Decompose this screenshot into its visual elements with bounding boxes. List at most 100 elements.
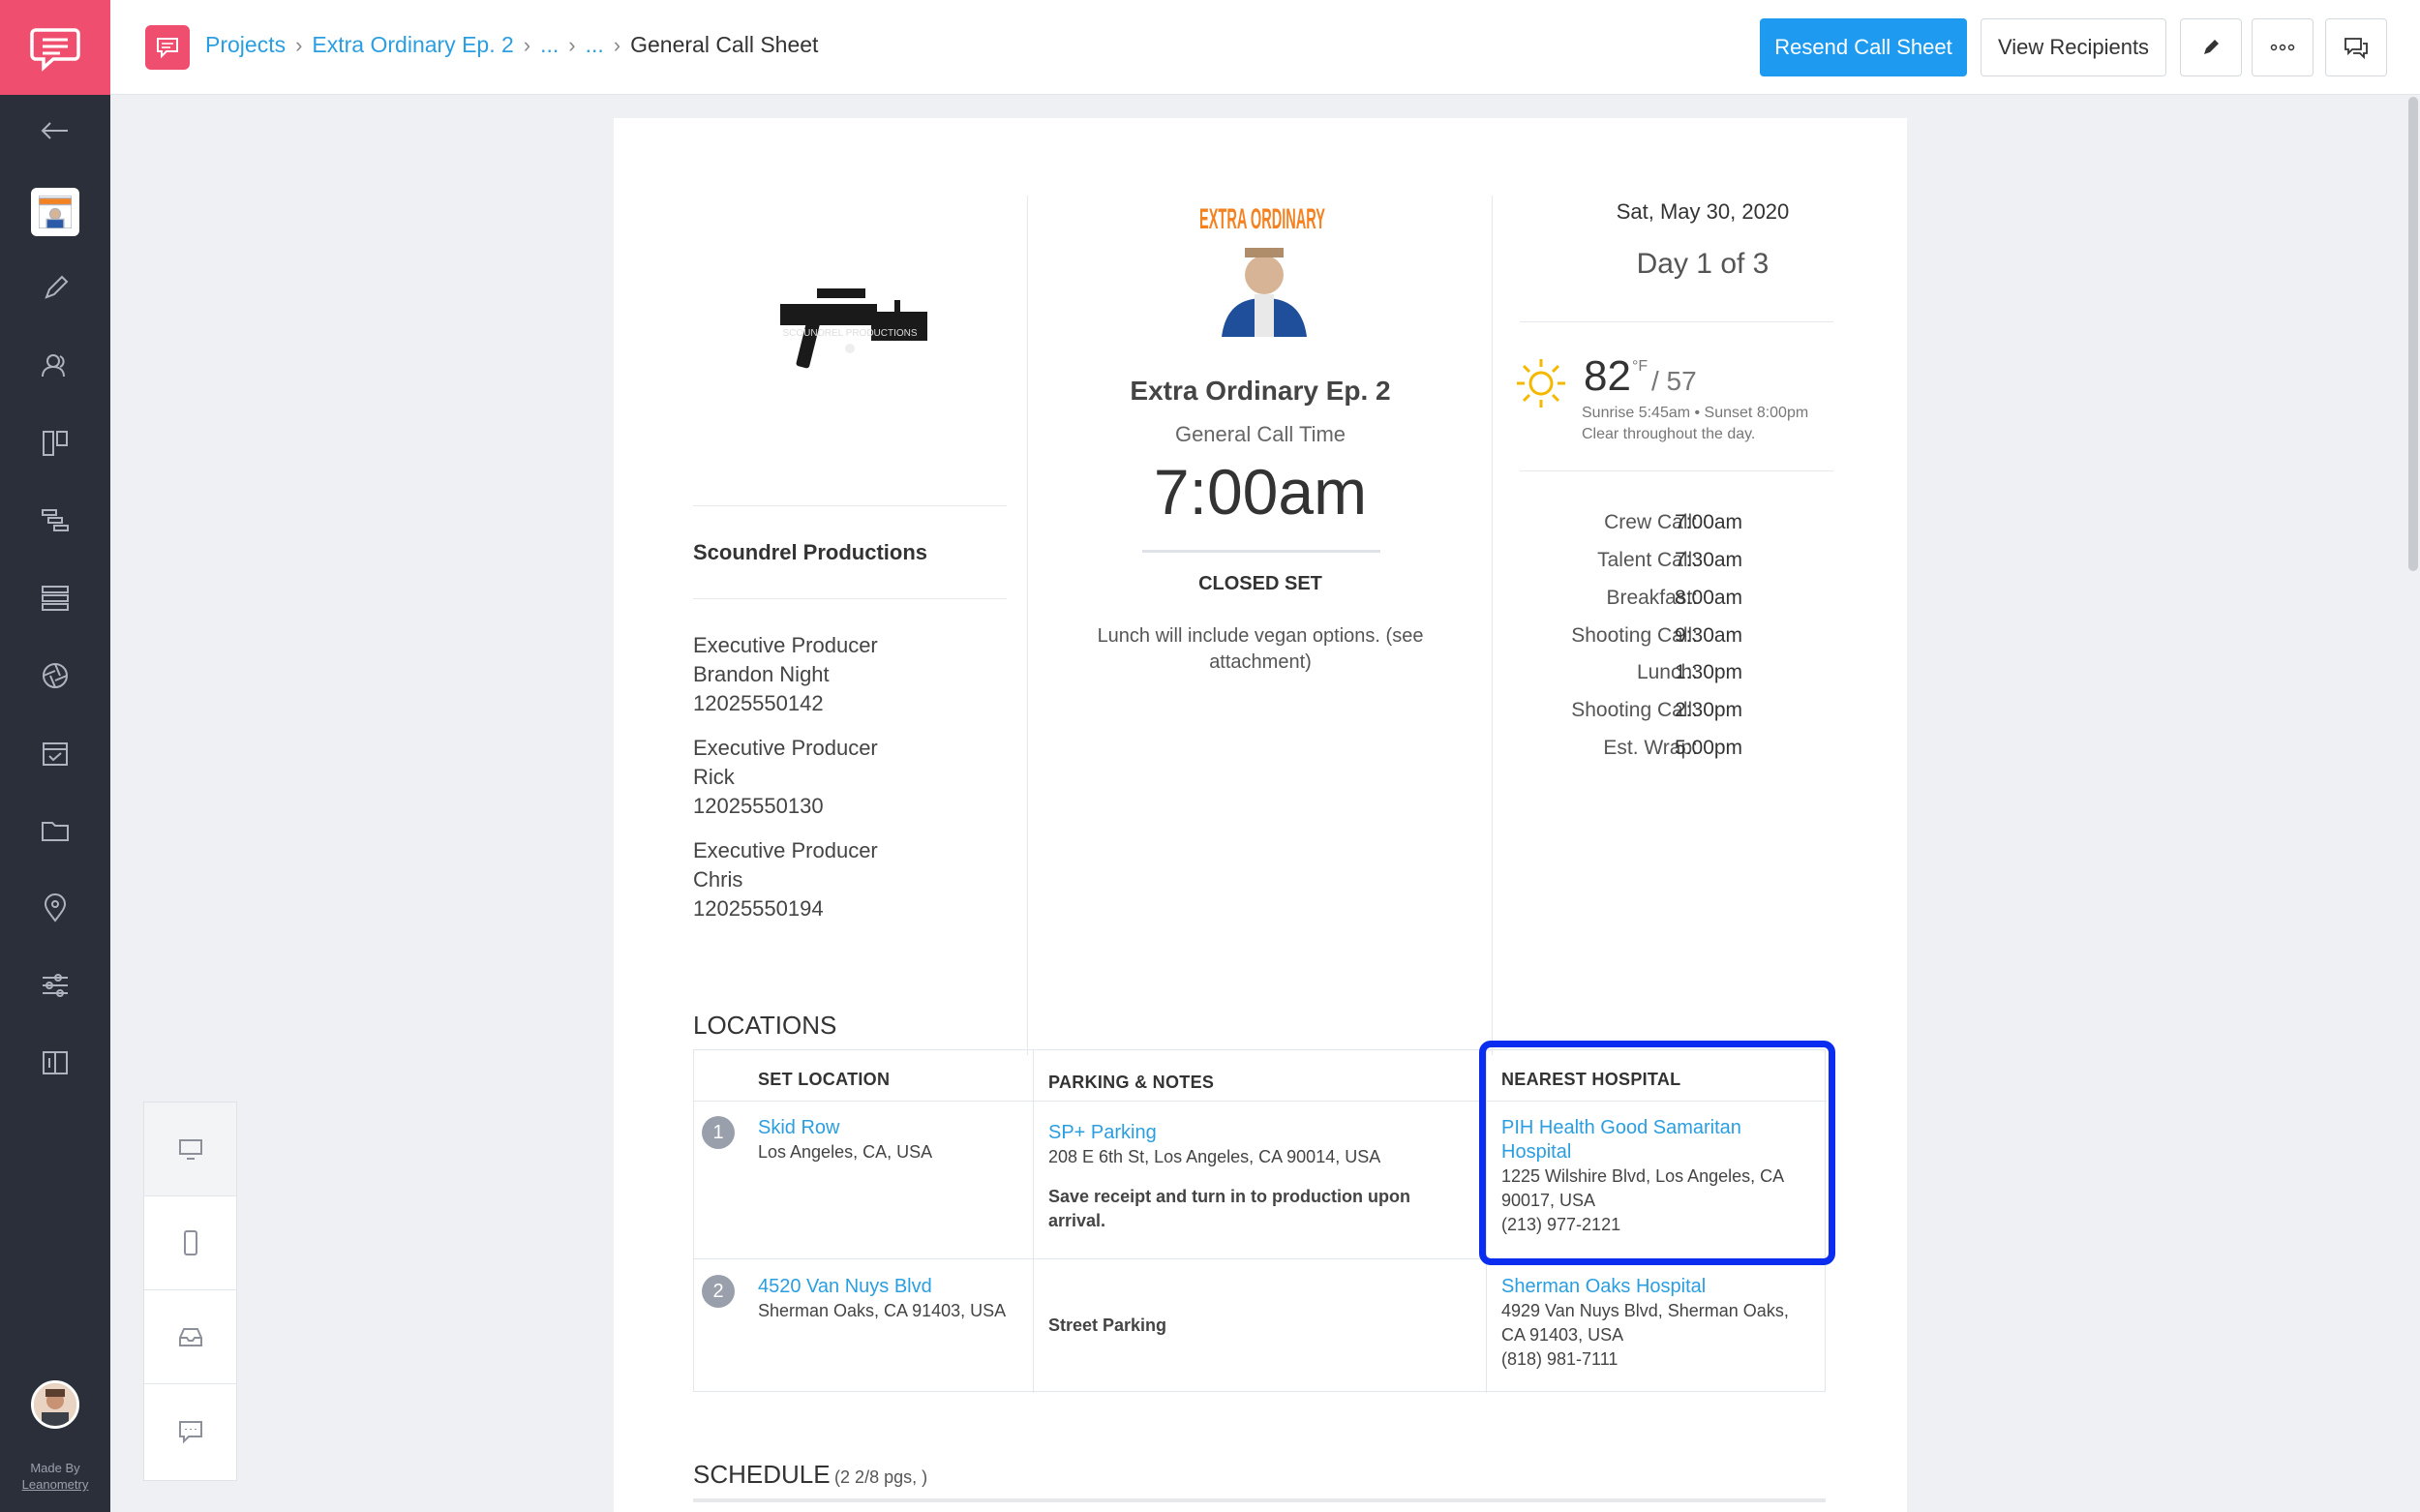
schedule-label: Breakfast: [1606,587,1698,609]
people-icon[interactable] [0,337,110,395]
breadcrumb-projects[interactable]: Projects [205,32,286,58]
back-arrow-icon[interactable] [0,102,110,160]
weather-low: / 57 [1651,366,1697,396]
divider [1520,321,1833,322]
table-row: 4520 Van Nuys Blvd Sherman Oaks, CA 9140… [758,1275,1006,1323]
made-by-credit[interactable]: Made By Leanometry [0,1460,110,1493]
message-icon [178,1420,202,1443]
contact-role: Executive Producer [693,838,878,862]
inbox-preview-button[interactable] [144,1290,236,1384]
chat-bubbles-icon [2344,38,2368,60]
stripboard-icon[interactable] [0,569,110,627]
logo-text: SCOUNDREL PRODUCTIONS [782,328,917,339]
schedule-label: Talent Call: [1597,549,1698,571]
parking-note: Save receipt and turn in to production u… [1048,1187,1411,1206]
contact-phone[interactable]: 12025550130 [693,792,878,821]
parking-cell: SP+ Parking 208 E 6th St, Los Angeles, C… [1048,1121,1410,1233]
made-by-company[interactable]: Leanometry [0,1476,110,1493]
project-title: Extra Ordinary Ep. 2 [1130,376,1391,406]
app-logo[interactable] [0,0,110,95]
schedule-time: 8:00am [1675,587,1743,609]
schedule-table-top [693,1498,1826,1502]
contact-phone[interactable]: 12025550142 [693,689,878,718]
breadcrumb-ellipsis[interactable]: ... [540,32,559,58]
folder-icon[interactable] [0,801,110,860]
poster-title: EXTRA ORDINARY [1199,203,1325,235]
aperture-icon[interactable] [0,647,110,705]
closed-set-badge: CLOSED SET [1198,573,1322,594]
sidebar: Made By Leanometry [0,0,110,1512]
mobile-preview-button[interactable] [144,1196,236,1290]
location-name-link[interactable]: Skid Row [758,1116,932,1140]
hospital-name-link[interactable]: Sherman Oaks Hospital [1501,1275,1789,1299]
more-options-button[interactable] [2252,18,2314,76]
breadcrumb-ellipsis[interactable]: ... [586,32,604,58]
chevron-right-icon: › [523,32,531,57]
divider [1520,470,1833,471]
contact-name: Brandon Night [693,662,830,686]
chevron-right-icon: › [568,32,576,57]
board-icon[interactable] [0,414,110,472]
ellipsis-icon [2270,44,2295,51]
hospital-address: CA 91403, USA [1501,1325,1624,1345]
user-avatar[interactable] [31,1380,79,1429]
sun-times: Sunrise 5:45am • Sunset 8:00pm [1582,405,1809,421]
chevron-right-icon: › [295,32,303,57]
table-row: Skid Row Los Angeles, CA, USA [758,1116,932,1164]
contact-card: Executive Producer Rick 12025550130 [693,734,878,821]
project-thumbnail[interactable] [0,183,110,241]
sliders-icon[interactable] [0,956,110,1014]
comments-button[interactable] [2325,18,2387,76]
hospital-highlight-box [1479,1041,1835,1265]
chevron-right-icon: › [613,32,621,57]
parking-name-link[interactable]: SP+ Parking [1048,1121,1410,1145]
weather-unit: °F [1632,358,1649,375]
table-header: PARKING & NOTES [1048,1073,1215,1092]
project-badge-icon[interactable] [145,25,190,70]
schedule-label: Shooting Call: [1571,699,1698,721]
location-address: Los Angeles, CA, USA [758,1142,933,1162]
calendar-check-icon[interactable] [0,724,110,782]
pencil-icon [2204,40,2219,54]
view-recipients-button[interactable]: View Recipients [1981,18,2166,76]
inbox-icon [178,1328,202,1346]
edit-button[interactable] [2180,18,2242,76]
general-call-time: 7:00am [1153,456,1368,528]
chat-logo-icon [30,28,80,72]
hospital-phone[interactable]: (818) 981-7111 [1501,1347,1789,1372]
shoot-date: Sat, May 30, 2020 [1616,199,1790,224]
sun-icon [1514,356,1568,415]
parking-note: arrival. [1048,1211,1106,1230]
parking-address: 208 E 6th St, Los Angeles, CA 90014, USA [1048,1147,1381,1166]
notes-line: Lunch will include vegan options. (see [1097,625,1424,647]
made-by-label: Made By [30,1461,80,1475]
pencil-icon[interactable] [0,259,110,318]
schedule-heading: SCHEDULE [693,1460,831,1489]
resend-call-sheet-button[interactable]: Resend Call Sheet [1760,18,1967,76]
divider [693,598,1007,599]
page-scrollbar[interactable] [2408,97,2418,571]
gantt-icon[interactable] [0,492,110,550]
hospital-cell: Sherman Oaks Hospital 4929 Van Nuys Blvd… [1501,1275,1789,1372]
schedule-label: Est. Wrap: [1603,737,1698,759]
contact-phone[interactable]: 12025550194 [693,894,878,923]
schedule-time: 5:00pm [1675,737,1743,759]
location-pin-icon[interactable] [0,879,110,937]
general-notes: Lunch will include vegan options. (see a… [1028,623,1493,676]
sms-preview-button[interactable] [144,1384,236,1478]
location-number: 1 [702,1116,735,1149]
schedule-time: 9:30am [1675,624,1743,647]
contact-name: Rick [693,765,735,789]
breadcrumb-project[interactable]: Extra Ordinary Ep. 2 [312,32,513,58]
schedule-label: Crew Call: [1604,511,1698,533]
breadcrumb-current: General Call Sheet [630,32,819,57]
location-name-link[interactable]: 4520 Van Nuys Blvd [758,1275,1006,1299]
project-poster: EXTRA ORDINARY [1193,199,1332,342]
general-call-label: General Call Time [1174,422,1346,446]
desktop-preview-button[interactable] [144,1103,236,1196]
book-icon[interactable] [0,1034,110,1092]
divider [693,505,1007,506]
breadcrumb: Projects › Extra Ordinary Ep. 2 › ... › … [205,32,818,58]
hospital-address: 4929 Van Nuys Blvd, Sherman Oaks, [1501,1301,1789,1320]
contact-name: Chris [693,867,743,892]
